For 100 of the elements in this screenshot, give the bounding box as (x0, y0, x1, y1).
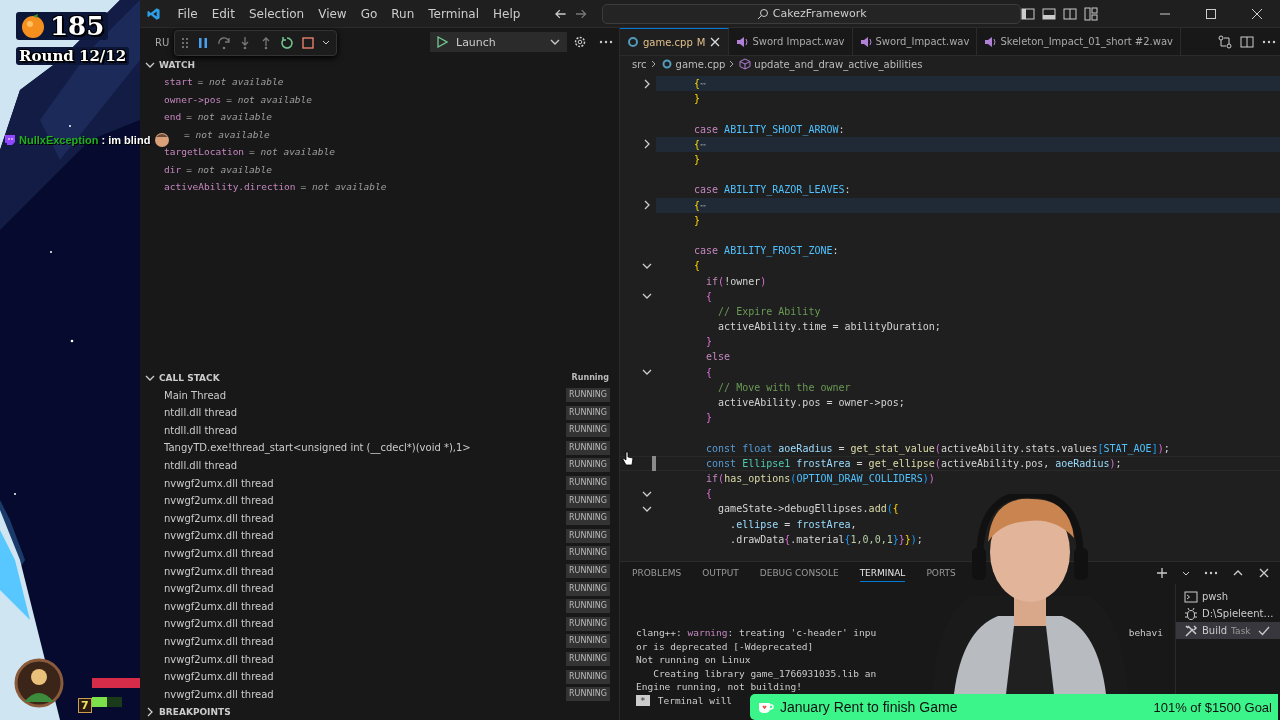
menu-item[interactable]: Go (353, 3, 385, 24)
editor-tab[interactable]: Skeleton_Impact_01_short #2.wav (977, 28, 1181, 55)
thread-item[interactable]: nvwgf2umx.dll thread (164, 477, 274, 489)
thread-item[interactable]: nvwgf2umx.dll thread (164, 688, 274, 700)
menu-item[interactable]: Edit (204, 3, 242, 24)
code-line: const float aoeRadius = get_stat_value(activeAbility.stats.values[STAT_AOE]); (705, 442, 1170, 454)
menu-item[interactable]: Run (384, 3, 422, 24)
status-badge: RUNNING (566, 564, 610, 579)
breadcrumb-item[interactable]: update_and_draw_active_abilities (739, 58, 923, 70)
menu-item[interactable]: File (170, 3, 205, 24)
code-line: { (705, 366, 713, 378)
watch-value: = not available (226, 93, 312, 105)
menu-item[interactable]: View (311, 3, 354, 24)
editor-tab[interactable]: game.cpp M (620, 28, 730, 55)
code-line: } (705, 412, 713, 424)
code-line: } (693, 93, 701, 105)
code-line: gameState->debugEllipses.add({ (717, 503, 899, 515)
terminal-session-item[interactable]: D:\Spieleent… (1176, 605, 1280, 622)
code-line: else (705, 351, 731, 363)
code-line: activeAbility.time = abilityDuration; (717, 321, 941, 333)
section-header[interactable]: CALL STACK Running (140, 369, 619, 387)
code-line: { (705, 290, 713, 302)
terminal-session-item[interactable]: pwsh (1176, 588, 1280, 605)
thread-item[interactable]: nvwgf2umx.dll thread (164, 671, 274, 683)
status-badge: RUNNING (566, 493, 610, 508)
watch-expression: end (164, 111, 182, 123)
panel-tab[interactable]: DEBUG CONSOLE (759, 565, 839, 581)
panel-tab[interactable]: TERMINAL (859, 564, 906, 582)
status-badge: RUNNING (566, 546, 610, 561)
code-line: const Ellipse1 frostArea = get_ellipse(activeAbility.pos, aoeRadius); (705, 457, 1122, 469)
watch-expression: activeAbility.direction (164, 181, 296, 193)
terminal-line: Terminal will (657, 694, 733, 706)
terminal-session-item[interactable]: Build Task (1176, 622, 1280, 639)
menu-item[interactable]: Terminal (421, 3, 487, 24)
code-line: if(!owner) (705, 275, 767, 287)
thread-item[interactable]: nvwgf2umx.dll thread (164, 512, 274, 524)
terminal-line: clang++: warning: treating 'c-header' inpu (636, 627, 877, 639)
status-badge: RUNNING (566, 476, 610, 491)
thread-item[interactable]: ntdll.dll thread (164, 424, 238, 436)
watch-value: = not available (184, 128, 270, 140)
editor-tab[interactable]: Sword Impact.wav (729, 28, 853, 55)
status-badge: RUNNING (566, 458, 610, 473)
code-line: case ABILITY_SHOOT_ARROW: (693, 123, 845, 135)
terminal-line: or is deprecated [-Wdeprecated] (636, 640, 814, 652)
menu-item[interactable]: Help (486, 3, 528, 24)
code-line: {⋯ (693, 138, 707, 150)
code-line: } (705, 336, 713, 348)
section-header[interactable]: WATCH (140, 56, 619, 73)
terminal-line: Not running on Linux (636, 654, 751, 666)
watch-value: = not available (197, 76, 284, 88)
round-text: Round 12/12 (16, 47, 130, 65)
watch-value: = not available (300, 181, 387, 193)
status-badge: RUNNING (566, 669, 610, 684)
search-field[interactable]: CakezFramework (602, 3, 1021, 24)
goal-title: January Rent to finish Game (780, 699, 958, 715)
terminal-line: behavi (1128, 627, 1163, 639)
thread-item[interactable]: nvwgf2umx.dll thread (164, 547, 274, 559)
status-badge: RUNNING (566, 652, 610, 666)
thread-item[interactable]: nvwgf2umx.dll thread (164, 495, 274, 507)
thread-item[interactable]: nvwgf2umx.dll thread (164, 530, 274, 542)
thread-item[interactable]: ntdll.dll thread (164, 460, 238, 471)
code-line: activeAbility.pos = owner->pos; (717, 397, 905, 409)
status-badge: RUNNING (566, 687, 610, 702)
status-badge: RUNNING (566, 440, 610, 455)
status-badge: RUNNING (566, 599, 610, 614)
score-text: 185 (50, 12, 105, 40)
status-badge: RUNNING (566, 388, 610, 403)
thread-item[interactable]: nvwgf2umx.dll thread (164, 583, 274, 595)
watch-value: = not available (249, 146, 335, 158)
breadcrumb-item[interactable]: src (632, 58, 647, 70)
thread-item[interactable]: nvwgf2umx.dll thread (164, 565, 274, 577)
thread-item[interactable]: TangyTD.exe!thread_start<unsigned int (__cdecl*)(void *),1> (164, 442, 471, 454)
menu-item[interactable]: Selection (241, 3, 312, 24)
status-badge: RUNNING (566, 511, 610, 526)
launch-dropdown[interactable]: Launch (430, 32, 567, 52)
thread-item[interactable]: Main Thread (164, 389, 227, 401)
status-badge: RUNNING (566, 616, 610, 631)
editor-tab[interactable]: Sword_Impact.wav (852, 28, 978, 55)
code-line: if(has_options(OPTION_DRAW_COLLIDERS)) (705, 472, 935, 484)
status-badge: RUNNING (566, 423, 610, 438)
level-badge: 7 (78, 698, 92, 713)
chat-username: NullxException (19, 134, 99, 146)
thread-item[interactable]: nvwgf2umx.dll thread (164, 600, 274, 612)
thread-item[interactable]: nvwgf2umx.dll thread (164, 635, 274, 647)
code-line: case ABILITY_FROST_ZONE: (693, 245, 839, 257)
breadcrumb-item[interactable]: game.cpp (660, 58, 726, 70)
status-badge: RUNNING (566, 405, 610, 420)
section-header[interactable]: BREAKPOINTS (140, 703, 619, 720)
code-line: } (693, 214, 701, 226)
thread-item[interactable]: ntdll.dll thread (164, 407, 238, 419)
code-line: .drawData{.material{1,0,0,1}}}); (729, 533, 923, 545)
code-line: .ellipse = frostArea, (729, 518, 857, 530)
panel-tab[interactable]: PROBLEMS (632, 565, 682, 581)
panel-tab[interactable]: PORTS (926, 565, 956, 581)
thread-item[interactable]: nvwgf2umx.dll thread (164, 653, 274, 665)
panel-tab[interactable]: OUTPUT (702, 565, 739, 581)
code-line: {⋯ (693, 78, 707, 90)
chat-message: : im blind (101, 134, 151, 146)
thread-item[interactable]: nvwgf2umx.dll thread (164, 618, 274, 630)
code-line: case ABILITY_RAZOR_LEAVES: (693, 184, 851, 196)
